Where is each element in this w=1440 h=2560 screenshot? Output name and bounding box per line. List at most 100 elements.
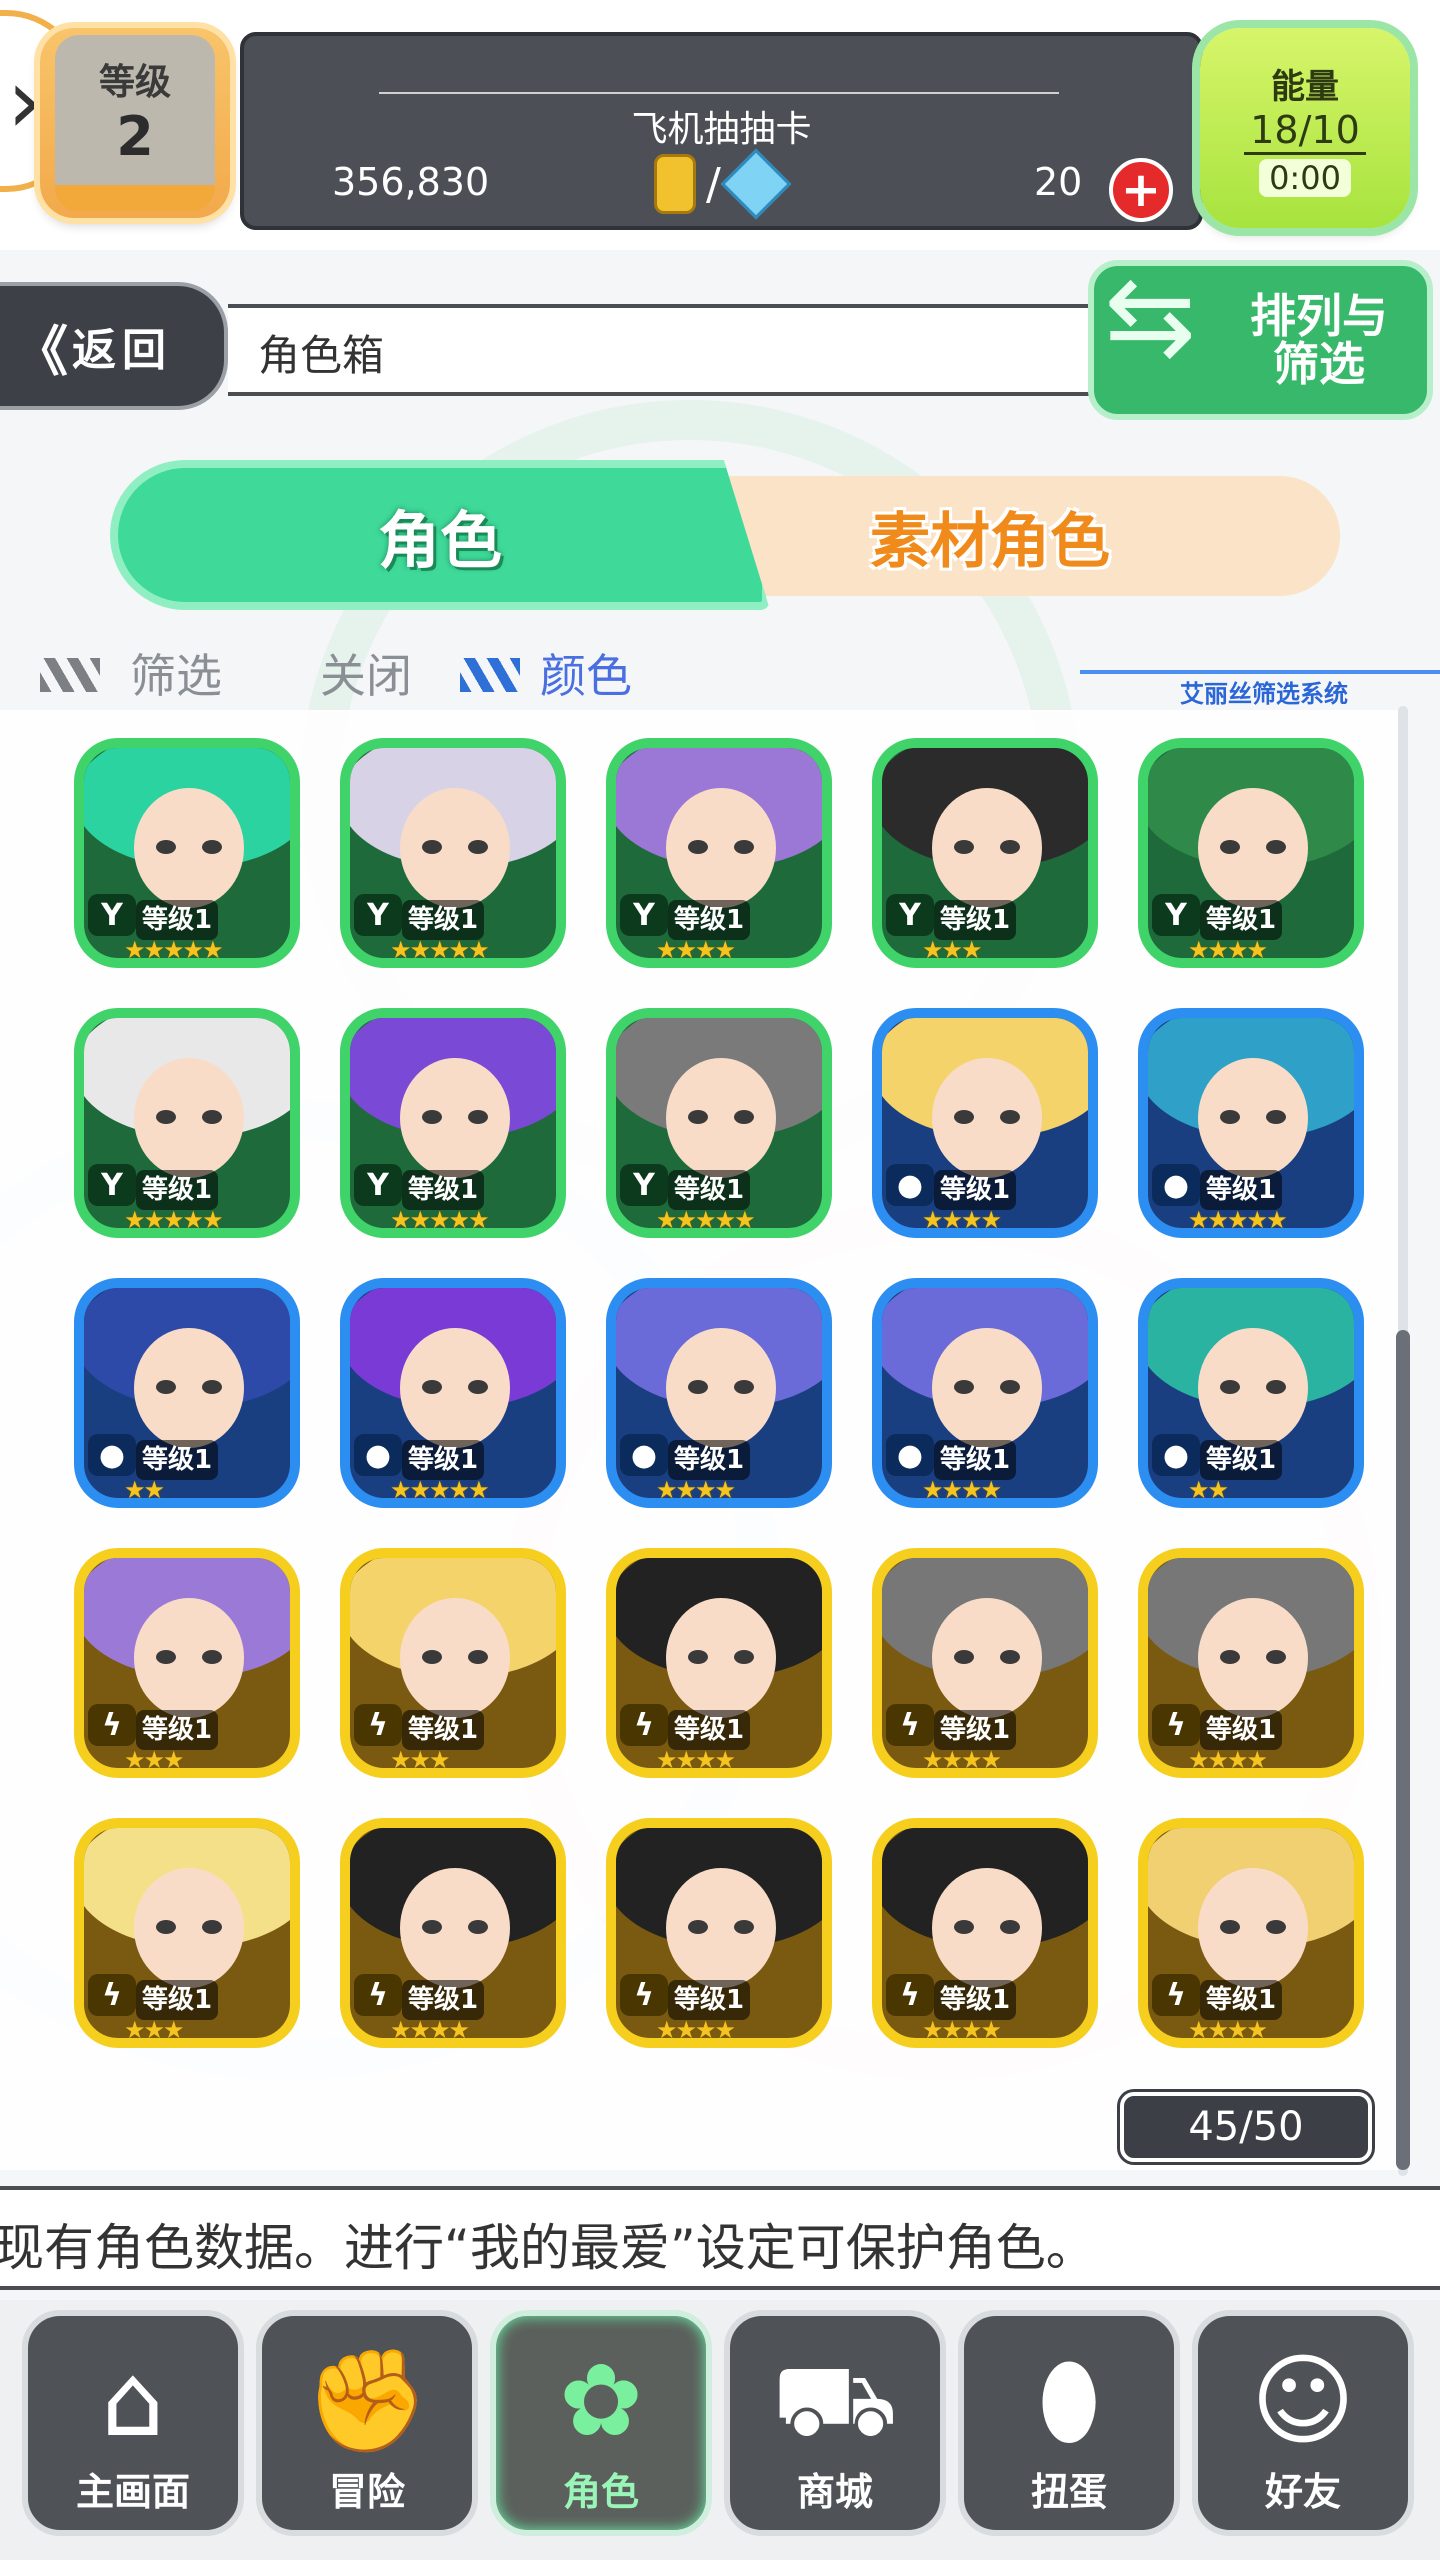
green-element-icon: Y (620, 1164, 668, 1206)
scrollbar-thumb[interactable] (1396, 1330, 1410, 2170)
character-card[interactable]: ϟ 等级1 ★★★★ (606, 1818, 832, 2048)
yellow-element-icon: ϟ (88, 1704, 136, 1746)
portrait-eye (1266, 840, 1286, 854)
tab-material-label: 素材角色 (870, 506, 1110, 577)
character-level: 等级1 (934, 1980, 1017, 2020)
filter-color-option[interactable]: 颜色 (540, 640, 632, 706)
box-count-badge: 45/50 (1120, 2092, 1372, 2162)
energy-box[interactable]: 能量 18/10 0:00 (1200, 28, 1410, 228)
tab-characters-label: 角色 (377, 504, 502, 577)
tab-characters[interactable]: 角色 (110, 460, 770, 610)
sort-filter-button[interactable]: ⇆ 排列与筛选 (1088, 252, 1433, 420)
character-card[interactable]: ● 等级1 ★★ (74, 1278, 300, 1508)
portrait-eye (156, 1380, 176, 1394)
portrait-eye (734, 1650, 754, 1664)
add-gems-button[interactable]: + (1109, 158, 1173, 222)
player-title: 飞机抽抽卡 (631, 109, 812, 150)
character-card[interactable]: ● 等级1 ★★★★★ (340, 1278, 566, 1508)
portrait-face (1198, 788, 1308, 908)
character-card[interactable]: ● 等级1 ★★★★ (872, 1008, 1098, 1238)
filter-state[interactable]: 关闭 (320, 640, 412, 706)
nav-adventure-button[interactable]: ✊ 冒险 (256, 2310, 478, 2536)
double-chevron-left-icon: 《 (14, 319, 68, 383)
character-card[interactable]: Y 等级1 ★★★★ (606, 738, 832, 968)
filter-system-label: 艾丽丝筛选系统 (1180, 680, 1348, 708)
character-card[interactable]: ϟ 等级1 ★★★ (74, 1548, 300, 1778)
rarity-stars: ★★★ (390, 1746, 451, 1774)
portrait-eye (422, 840, 442, 854)
page-label-bar: 角色箱 (228, 304, 1128, 396)
blue-element-icon: ● (886, 1434, 934, 1476)
divider (379, 92, 1059, 94)
nav-gacha-button[interactable]: ⬮ 扭蛋 (958, 2310, 1180, 2536)
portrait-eye (468, 1650, 488, 1664)
portrait-eye (954, 1380, 974, 1394)
character-card[interactable]: Y 等级1 ★★★★★ (340, 1008, 566, 1238)
separator: / (706, 158, 721, 210)
player-info-panel: 飞机抽抽卡 356,830 / 20 + (240, 32, 1203, 230)
portrait-eye (422, 1920, 442, 1934)
portrait-eye (734, 840, 754, 854)
portrait-eye (688, 1110, 708, 1124)
cart-icon: ⛟ (772, 2342, 898, 2459)
portrait-face (400, 1058, 510, 1178)
rarity-stars: ★★★★ (656, 1476, 736, 1504)
character-card[interactable]: ϟ 等级1 ★★★★ (1138, 1818, 1364, 2048)
character-card[interactable]: ϟ 等级1 ★★★★ (606, 1548, 832, 1778)
handshake-icon: ✊ (304, 2342, 430, 2459)
nav-friends-button[interactable]: ☺ 好友 (1192, 2310, 1414, 2536)
character-level: 等级1 (934, 1170, 1017, 1210)
gold-amount: 356,830 (332, 160, 490, 204)
character-card[interactable]: Y 等级1 ★★★★★ (606, 1008, 832, 1238)
nav-shop-button[interactable]: ⛟ 商城 (724, 2310, 946, 2536)
character-card[interactable]: ● 等级1 ★★★★ (872, 1278, 1098, 1508)
rarity-stars: ★★★★ (656, 936, 736, 964)
rarity-stars: ★★ (124, 1476, 165, 1504)
portrait-eye (1220, 1380, 1240, 1394)
page-title: 角色箱 (258, 331, 385, 380)
character-card[interactable]: ϟ 等级1 ★★★★ (1138, 1548, 1364, 1778)
character-card[interactable]: Y 等级1 ★★★★ (1138, 738, 1364, 968)
gem-icon (720, 148, 792, 220)
character-card[interactable]: ϟ 等级1 ★★★★ (872, 1818, 1098, 2048)
nav-characters-button[interactable]: ✿ 角色 (490, 2310, 712, 2536)
rarity-stars: ★★★ (922, 936, 983, 964)
blue-element-icon: ● (886, 1164, 934, 1206)
portrait-face (932, 788, 1042, 908)
portrait-eye (688, 1650, 708, 1664)
portrait-face (400, 1328, 510, 1448)
character-card[interactable]: ● 等级1 ★★★★ (606, 1278, 832, 1508)
character-card[interactable]: Y 等级1 ★★★ (872, 738, 1098, 968)
character-card[interactable]: ● 等级1 ★★ (1138, 1278, 1364, 1508)
rarity-stars: ★★★★★ (656, 1206, 756, 1234)
character-card[interactable]: Y 等级1 ★★★★★ (74, 738, 300, 968)
rarity-stars: ★★★★★ (390, 1206, 490, 1234)
character-level: 等级1 (402, 900, 485, 940)
back-button[interactable]: 《 返回 (0, 282, 228, 410)
stripe-decoration (460, 658, 520, 692)
character-level: 等级1 (668, 900, 751, 940)
portrait-eye (734, 1380, 754, 1394)
yellow-element-icon: ϟ (620, 1974, 668, 2016)
character-card[interactable]: ● 等级1 ★★★★★ (1138, 1008, 1364, 1238)
nav-label: 冒险 (328, 2470, 405, 2514)
character-card[interactable]: ϟ 等级1 ★★★★ (340, 1818, 566, 2048)
yellow-element-icon: ϟ (354, 1974, 402, 2016)
character-card[interactable]: ϟ 等级1 ★★★ (74, 1818, 300, 2048)
character-card[interactable]: ϟ 等级1 ★★★ (340, 1548, 566, 1778)
nav-label: 主画面 (75, 2470, 190, 2514)
character-card[interactable]: Y 等级1 ★★★★★ (74, 1008, 300, 1238)
portrait-eye (954, 1110, 974, 1124)
nav-label: 扭蛋 (1030, 2470, 1107, 2514)
portrait-eye (954, 840, 974, 854)
portrait-face (400, 1868, 510, 1988)
nav-home-button[interactable]: ⌂ 主画面 (22, 2310, 244, 2536)
portrait-eye (422, 1650, 442, 1664)
character-card[interactable]: Y 等级1 ★★★★★ (340, 738, 566, 968)
filter-label: 筛选 (130, 649, 222, 703)
character-level: 等级1 (136, 1710, 219, 1750)
character-level: 等级1 (668, 1170, 751, 1210)
character-card[interactable]: ϟ 等级1 ★★★★ (872, 1548, 1098, 1778)
green-element-icon: Y (88, 894, 136, 936)
rarity-stars: ★★★★ (922, 1206, 1002, 1234)
